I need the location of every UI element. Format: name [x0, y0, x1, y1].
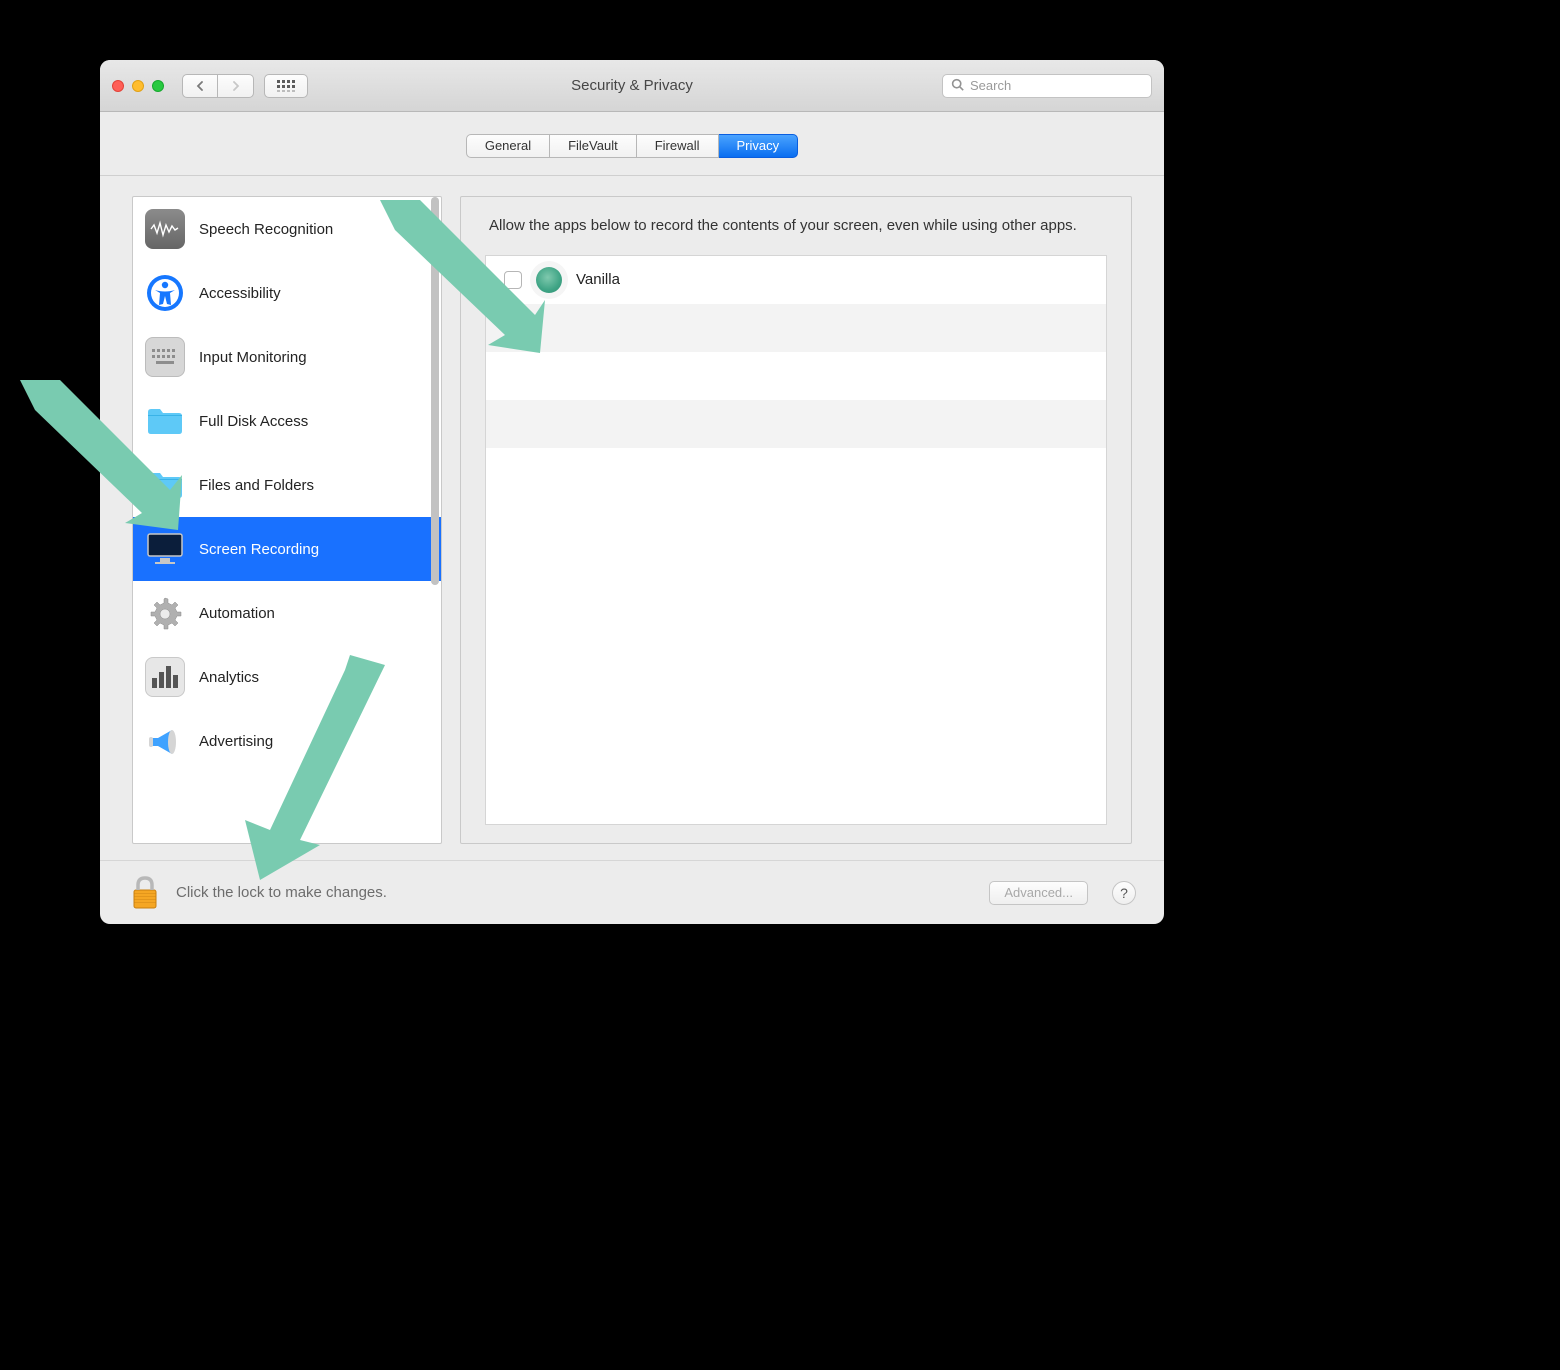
app-icon-vanilla	[536, 267, 562, 293]
sidebar-item-analytics[interactable]: Analytics	[133, 645, 441, 709]
minimize-window-button[interactable]	[132, 80, 144, 92]
footer: Click the lock to make changes. Advanced…	[100, 860, 1164, 924]
app-row-empty	[486, 304, 1106, 352]
advanced-button[interactable]: Advanced...	[989, 881, 1088, 905]
folder-icon	[145, 401, 185, 441]
app-row-empty	[486, 352, 1106, 400]
sidebar-item-accessibility[interactable]: Accessibility	[133, 261, 441, 325]
sidebar-item-advertising[interactable]: Advertising	[133, 709, 441, 773]
sidebar-item-label: Accessibility	[199, 285, 281, 302]
tab-bar: General FileVault Firewall Privacy	[100, 112, 1164, 176]
search-input[interactable]	[970, 78, 1146, 93]
sidebar-item-speech-recognition[interactable]: Speech Recognition	[133, 197, 441, 261]
app-name: Vanilla	[576, 271, 620, 288]
sidebar-item-screen-recording[interactable]: Screen Recording	[133, 517, 441, 581]
sidebar-item-files-and-folders[interactable]: Files and Folders	[133, 453, 441, 517]
sidebar-item-label: Full Disk Access	[199, 413, 308, 430]
close-window-button[interactable]	[112, 80, 124, 92]
back-button[interactable]	[182, 74, 218, 98]
app-checkbox-vanilla[interactable]	[504, 271, 522, 289]
forward-button[interactable]	[218, 74, 254, 98]
app-row-empty	[486, 400, 1106, 448]
sidebar-item-label: Input Monitoring	[199, 349, 307, 366]
accessibility-icon	[145, 273, 185, 313]
sidebar-item-label: Automation	[199, 605, 275, 622]
show-all-button[interactable]	[264, 74, 308, 98]
zoom-window-button[interactable]	[152, 80, 164, 92]
search-field[interactable]	[942, 74, 1152, 98]
keyboard-icon	[145, 337, 185, 377]
lock-hint-text: Click the lock to make changes.	[176, 884, 387, 901]
detail-description: Allow the apps below to record the conte…	[485, 215, 1107, 237]
window-controls	[112, 80, 164, 92]
folder-icon	[145, 465, 185, 505]
sidebar-scrollbar[interactable]	[431, 197, 439, 585]
tab-firewall[interactable]: Firewall	[637, 134, 719, 158]
tab-filevault[interactable]: FileVault	[550, 134, 637, 158]
sidebar-item-label: Speech Recognition	[199, 221, 333, 238]
sidebar-item-label: Advertising	[199, 733, 273, 750]
lock-icon[interactable]	[128, 876, 162, 910]
megaphone-icon	[145, 721, 185, 761]
sidebar-item-automation[interactable]: Automation	[133, 581, 441, 645]
sidebar-item-input-monitoring[interactable]: Input Monitoring	[133, 325, 441, 389]
bars-icon	[145, 657, 185, 697]
tab-general[interactable]: General	[466, 134, 550, 158]
sidebar-item-full-disk-access[interactable]: Full Disk Access	[133, 389, 441, 453]
privacy-sidebar: Speech Recognition Accessibility Input M…	[132, 196, 442, 844]
app-row-empty	[486, 448, 1106, 496]
speech-icon	[145, 209, 185, 249]
content-area: Speech Recognition Accessibility Input M…	[100, 176, 1164, 860]
nav-buttons	[182, 74, 254, 98]
detail-pane: Allow the apps below to record the conte…	[460, 196, 1132, 844]
titlebar: Security & Privacy	[100, 60, 1164, 112]
sidebar-item-label: Screen Recording	[199, 541, 319, 558]
preferences-window: Security & Privacy General FileVault Fir…	[100, 60, 1164, 924]
gear-icon	[145, 593, 185, 633]
tab-privacy[interactable]: Privacy	[719, 134, 799, 158]
display-icon	[145, 529, 185, 569]
app-row-vanilla[interactable]: Vanilla	[486, 256, 1106, 304]
help-button[interactable]: ?	[1112, 881, 1136, 905]
sidebar-item-label: Analytics	[199, 669, 259, 686]
app-list: Vanilla	[485, 255, 1107, 825]
search-icon	[951, 78, 964, 94]
sidebar-item-label: Files and Folders	[199, 477, 314, 494]
